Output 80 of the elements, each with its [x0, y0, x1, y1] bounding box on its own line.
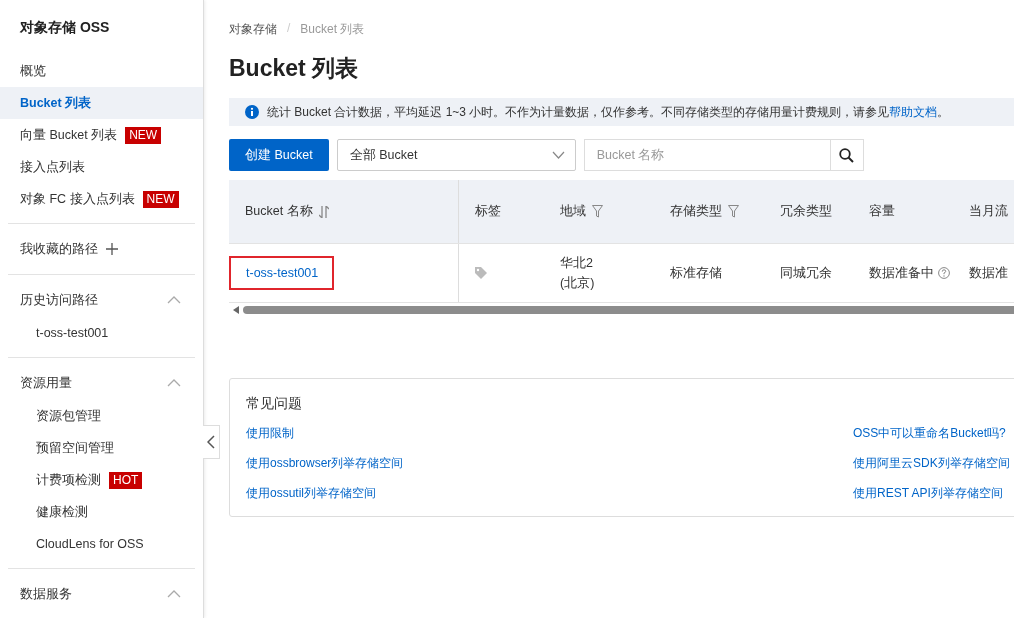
table-cell-text: 数据准备中	[869, 265, 934, 282]
nav-item[interactable]: 健康检测	[0, 496, 203, 528]
favorites-label: 我收藏的路径	[20, 240, 98, 258]
table-cell-text: 华北2 (北京)	[560, 255, 595, 292]
chevron-up-icon	[167, 590, 181, 598]
bucket-name-link[interactable]: t-oss-test001	[229, 256, 335, 290]
column-header: Bucket 名称	[245, 203, 313, 220]
breadcrumb-separator: /	[287, 21, 291, 37]
section-title: 资源用量	[20, 374, 72, 392]
nav-label: 接入点列表	[20, 158, 85, 176]
search-field[interactable]: Bucket 名称	[583, 139, 830, 171]
nav-label: CloudLens for OSS	[36, 537, 144, 551]
faq-link[interactable]: OSS中可以重命名Bucket吗?	[853, 426, 1006, 440]
nav-item[interactable]: 接入点列表	[0, 151, 203, 183]
faq-link[interactable]: 使用ossutil列举存储空间	[246, 486, 376, 500]
breadcrumb-item: Bucket 列表	[300, 21, 365, 38]
nav-label: t-oss-test001	[36, 326, 109, 340]
section-title: 历史访问路径	[20, 291, 98, 309]
column-header: 容量	[869, 203, 895, 220]
faq-link[interactable]: 使用阿里云SDK列举存储空间	[853, 456, 1010, 470]
nav-item[interactable]: 资源包管理	[0, 400, 203, 432]
table-cell-text: 同城冗余	[780, 265, 832, 282]
scroll-left-icon[interactable]	[233, 305, 239, 314]
column-header: 冗余类型	[780, 203, 832, 220]
collapse-button[interactable]	[203, 425, 220, 459]
chevron-left-icon	[207, 435, 215, 449]
column-header: 存储类型	[670, 203, 722, 220]
help-doc-link[interactable]: 帮助文档	[889, 104, 938, 119]
chevron-up-icon	[167, 379, 181, 387]
info-icon	[245, 105, 259, 119]
nav-item[interactable]: CloudLens for OSS	[0, 528, 203, 560]
column-header: 地域	[560, 203, 586, 220]
section-header[interactable]: 历史访问路径	[0, 283, 203, 317]
nav-item[interactable]: 计费项检测 HOT	[0, 464, 203, 496]
new-badge: NEW	[142, 190, 179, 208]
search-button[interactable]	[829, 139, 864, 171]
nav-label: 计费项检测	[36, 471, 101, 489]
breadcrumb-item[interactable]: 对象存储	[229, 21, 277, 38]
nav-label: Bucket 列表	[20, 94, 92, 112]
bucket-filter-select[interactable]: 全部 Bucket	[336, 139, 576, 171]
nav-item[interactable]: 向量 Bucket 列表 NEW	[0, 119, 203, 151]
nav-label: 对象 FC 接入点列表	[20, 190, 135, 208]
sidebar-title: 对象存储 OSS	[19, 18, 111, 37]
nav-item[interactable]: Bucket 列表	[0, 87, 203, 119]
nav-label: 资源包管理	[36, 407, 101, 425]
nav-item[interactable]: 预留空间管理	[0, 432, 203, 464]
section-title: 数据服务	[20, 585, 72, 603]
section-header[interactable]: 资源用量	[0, 366, 203, 400]
column-header: 当月流	[969, 203, 1008, 220]
nav-item[interactable]: 对象 FC 接入点列表 NEW	[0, 183, 203, 215]
new-badge: NEW	[125, 126, 162, 144]
nav-item[interactable]: 概览	[0, 55, 203, 87]
info-text: 统计 Bucket 合计数据，平均延迟 1~3 小时。不作为计量数据，仅作参考。不同存储类型的存储用量计费规则，请参见帮助文档。	[267, 103, 950, 121]
nav-label: 概览	[20, 62, 46, 80]
table-cell-text: 标准存储	[670, 265, 722, 282]
plus-icon[interactable]	[106, 243, 118, 255]
filter-icon[interactable]	[728, 205, 739, 218]
faq-title: 常见问题	[246, 395, 303, 413]
column-header: 标签	[475, 203, 501, 220]
create-bucket-button[interactable]: 创建 Bucket	[229, 139, 329, 171]
scrollbar-thumb[interactable]	[243, 305, 1014, 314]
section-header[interactable]: 数据服务	[0, 577, 203, 611]
chevron-down-icon	[551, 151, 565, 159]
faq-link[interactable]: 使用限制	[246, 426, 294, 440]
chevron-up-icon	[167, 296, 181, 304]
page-title: Bucket 列表	[229, 54, 360, 83]
table-cell-text: 数据准	[969, 265, 1008, 282]
search-icon	[839, 147, 855, 163]
tag-icon[interactable]	[475, 267, 487, 279]
nav-item[interactable]: t-oss-test001	[0, 317, 203, 349]
filter-icon[interactable]	[592, 205, 603, 218]
nav-label: 健康检测	[36, 503, 88, 521]
faq-link[interactable]: 使用ossbrowser列举存储空间	[246, 456, 404, 470]
favorites-header[interactable]: 我收藏的路径	[0, 232, 203, 266]
help-icon[interactable]	[938, 267, 950, 279]
nav-label: 预留空间管理	[36, 439, 114, 457]
faq-link[interactable]: 使用REST API列举存储空间	[853, 486, 1003, 500]
nav-label: 向量 Bucket 列表	[20, 126, 118, 144]
sort-icon[interactable]	[318, 205, 329, 218]
hot-badge: HOT	[109, 471, 143, 489]
